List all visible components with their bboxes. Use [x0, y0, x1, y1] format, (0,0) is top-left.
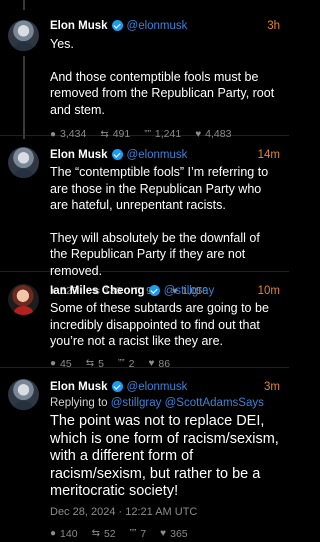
tweet-3[interactable]: Ian Miles Cheong @stillgray 10m Some of …	[0, 272, 289, 370]
tweet-paragraph: The “contemptible fools” I’m referring t…	[50, 165, 269, 212]
like-count-value: 365	[170, 527, 188, 540]
tweet-date[interactable]: Dec 28, 2024 · 12:21 AM UTC	[50, 506, 280, 521]
avatar-elon-musk[interactable]	[8, 20, 39, 51]
author-name[interactable]: Ian Miles Cheong	[50, 285, 145, 297]
author-handle[interactable]: @elonmusk	[127, 381, 188, 393]
replying-to-mentions[interactable]: @stillgray @ScottAdamsSays	[111, 397, 264, 409]
avatar-figure	[14, 401, 33, 410]
quote-count-value: 7	[140, 527, 147, 540]
tweet-paragraph: Some of these subtards are going to be i…	[50, 301, 269, 348]
author-name[interactable]: Elon Musk	[50, 381, 108, 393]
tweet-text: Yes. And those contemptible fools must b…	[50, 36, 280, 118]
replying-to: Replying to @stillgray @ScottAdamsSays	[50, 395, 280, 412]
avatar-figure	[14, 306, 33, 315]
author-name[interactable]: Elon Musk	[50, 149, 108, 161]
verified-badge-icon	[148, 285, 160, 296]
tweet-header: Elon Musk @elonmusk 14m	[50, 146, 280, 163]
retweet-count[interactable]: ⇆ 52	[92, 528, 116, 540]
tweet-time[interactable]: 3h	[267, 20, 280, 32]
tweet-header: Elon Musk @elonmusk 3h	[50, 17, 280, 34]
tweet-1[interactable]: Elon Musk @elonmusk 3h Yes. And those co…	[0, 0, 289, 140]
author-name[interactable]: Elon Musk	[50, 20, 108, 32]
avatar-elon-musk[interactable]	[8, 379, 39, 410]
tweet-header: Ian Miles Cheong @stillgray 10m	[50, 282, 280, 299]
heart-icon: ♥	[160, 528, 167, 539]
tweet-paragraph: Yes.	[50, 37, 74, 51]
avatar-elon-musk[interactable]	[8, 147, 39, 178]
retweet-count-value: 52	[103, 527, 116, 540]
author-handle[interactable]: @elonmusk	[127, 149, 188, 161]
reply-count[interactable]: ● 140	[50, 528, 78, 540]
avatar-figure	[14, 169, 33, 178]
tweet-time[interactable]: 14m	[258, 149, 280, 161]
tweet-header: Elon Musk @elonmusk 3m	[50, 378, 280, 395]
tweet-time[interactable]: 10m	[258, 285, 280, 297]
quote-icon: ””	[129, 528, 137, 539]
thread: Elon Musk @elonmusk 3h Yes. And those co…	[0, 0, 289, 540]
tweet-text: The “contemptible fools” I’m referring t…	[50, 164, 280, 279]
comment-icon: ●	[50, 528, 57, 539]
reply-count-value: 140	[60, 527, 78, 540]
like-count[interactable]: ♥ 365	[160, 528, 187, 540]
thread-connector	[23, 56, 25, 139]
tweet-4-main[interactable]: Elon Musk @elonmusk 3m Replying to @stil…	[0, 368, 289, 540]
retweet-icon: ⇆	[91, 528, 100, 539]
quote-count[interactable]: ”” 7	[130, 528, 147, 540]
replying-to-label: Replying to	[50, 397, 108, 409]
verified-badge-icon	[111, 20, 123, 31]
tweet-time[interactable]: 3m	[264, 381, 280, 393]
tweet-text: Some of these subtards are going to be i…	[50, 300, 280, 350]
avatar-ian-miles-cheong[interactable]	[8, 284, 39, 315]
verified-badge-icon	[111, 381, 123, 392]
tweet-2[interactable]: Elon Musk @elonmusk 14m The “contemptibl…	[0, 136, 289, 297]
tweet-text: The point was not to replace DEI, which …	[50, 413, 279, 499]
avatar-figure	[14, 42, 33, 51]
author-handle[interactable]: @stillgray	[164, 285, 215, 297]
verified-badge-icon	[111, 149, 123, 160]
author-handle[interactable]: @elonmusk	[127, 20, 188, 32]
tweet-paragraph: And those contemptible fools must be rem…	[50, 69, 275, 117]
tweet-metrics: ● 140 ⇆ 52 ”” 7 ♥ 365	[50, 526, 280, 542]
thread-connector	[23, 0, 25, 10]
